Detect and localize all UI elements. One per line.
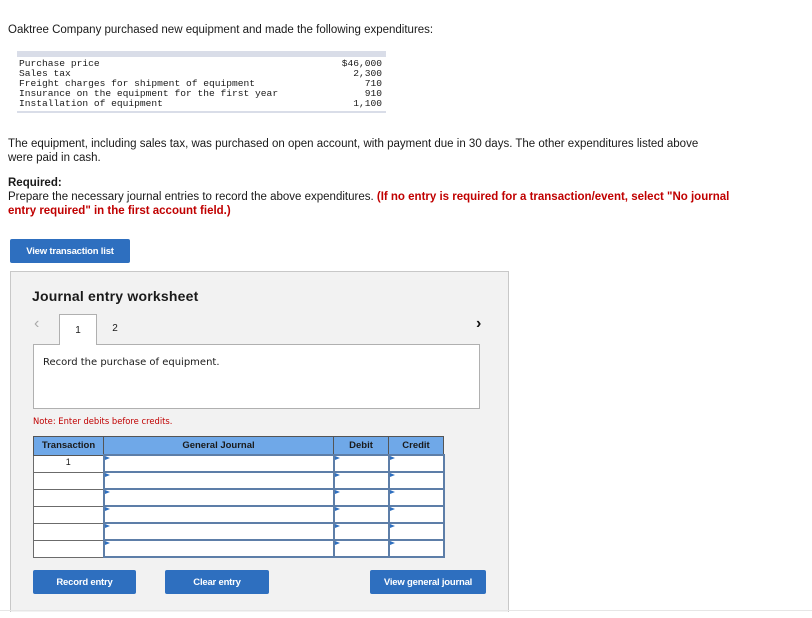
table-row: 1 [33,454,445,473]
transaction-cell [33,471,104,490]
view-general-journal-button[interactable]: View general journal [370,570,486,594]
transaction-description: Record the purchase of equipment. [43,357,220,368]
record-entry-button[interactable]: Record entry [33,570,136,594]
credit-input[interactable] [387,454,445,473]
worksheet-title: Journal entry worksheet [32,288,199,304]
credit-input[interactable] [387,488,445,507]
account-select[interactable] [102,454,335,473]
column-header-debit: Debit [333,436,389,456]
column-header-transaction: Transaction [33,436,104,456]
transaction-cell [33,522,104,541]
table-row [33,471,445,490]
credit-input[interactable] [387,539,445,558]
debit-input[interactable] [332,454,390,473]
transaction-description-box: Record the purchase of equipment. [33,344,480,409]
journal-header-row: Transaction General Journal Debit Credit [33,436,444,456]
expenditure-row: Purchase price $46,000 [17,59,386,69]
column-header-credit: Credit [388,436,444,456]
debit-credit-note: Note: Enter debits before credits. [33,416,173,426]
table-row [33,522,445,541]
tab-2[interactable]: 2 [97,314,133,342]
expenditure-amount: 1,100 [353,98,382,109]
transaction-cell [33,505,104,524]
account-select[interactable] [102,471,335,490]
required-section: Required: Prepare the necessary journal … [8,176,738,218]
debit-input[interactable] [332,539,390,558]
table-row [33,488,445,507]
problem-paragraph: The equipment, including sales tax, was … [8,138,699,164]
problem-intro: Oaktree Company purchased new equipment … [8,24,434,36]
expenditures-table: Purchase price $46,000 Sales tax 2,300 Fre… [17,51,386,113]
column-header-general-journal: General Journal [103,436,334,456]
credit-input[interactable] [387,471,445,490]
required-label: Required: [8,177,62,189]
account-select[interactable] [102,539,335,558]
transaction-cell [33,488,104,507]
journal-table: Transaction General Journal Debit Credit… [33,436,445,558]
required-text: Prepare the necessary journal entries to… [8,191,377,203]
account-select[interactable] [102,488,335,507]
view-transaction-list-button[interactable]: View transaction list [10,239,130,263]
debit-input[interactable] [332,522,390,541]
debit-input[interactable] [332,471,390,490]
debit-input[interactable] [332,488,390,507]
tab-1[interactable]: 1 [59,314,97,345]
expenditure-row: Installation of equipment 1,100 [17,99,386,109]
transaction-cell: 1 [33,454,104,473]
debit-input[interactable] [332,505,390,524]
account-select[interactable] [102,505,335,524]
credit-input[interactable] [387,522,445,541]
table-row [33,505,445,524]
clear-entry-button[interactable]: Clear entry [165,570,269,594]
account-select[interactable] [102,522,335,541]
table-row [33,539,445,558]
journal-entry-worksheet: Journal entry worksheet ‹ 1 2 › Record t… [10,271,509,612]
footer-divider [0,610,812,611]
credit-input[interactable] [387,505,445,524]
chevron-right-icon[interactable]: › [476,315,481,333]
expenditure-label: Installation of equipment [19,98,163,109]
chevron-left-icon[interactable]: ‹ [34,315,39,333]
transaction-cell [33,539,104,558]
